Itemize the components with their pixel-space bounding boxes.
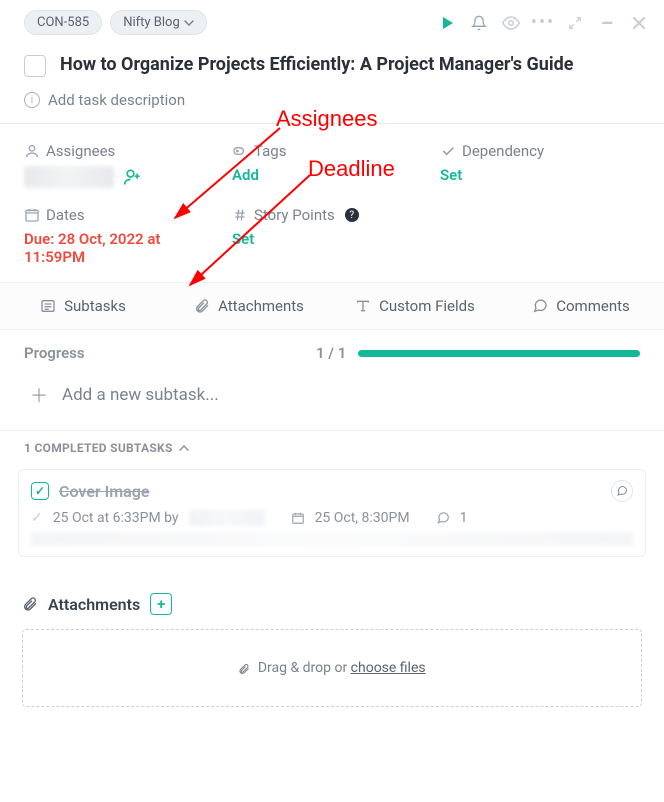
annotation-arrow-assignees bbox=[0, 0, 664, 802]
